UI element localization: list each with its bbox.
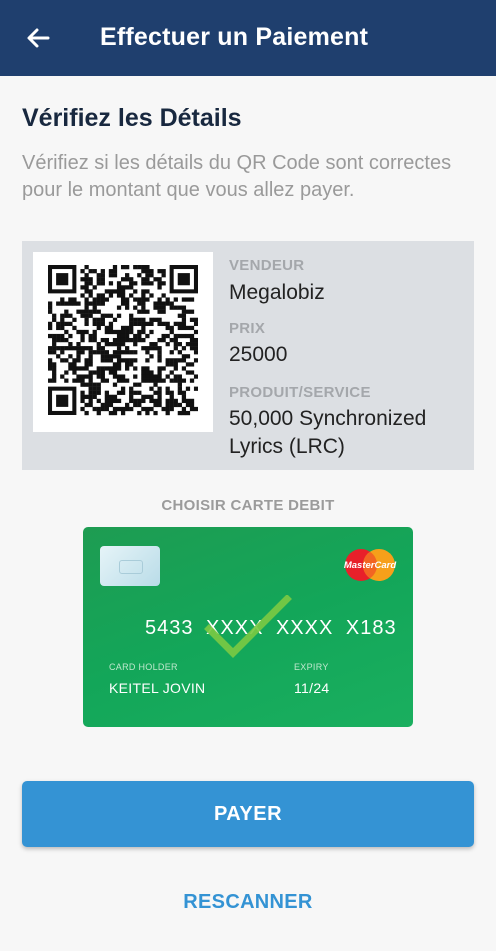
choose-card-label: CHOISIR CARTE DEBIT <box>161 497 335 514</box>
vendor-label: VENDEUR <box>229 257 305 274</box>
page-title: Effectuer un Paiement <box>100 23 369 51</box>
debit-card[interactable]: MasterCard 5433 XXXX XXXX X183 CARD HOLD… <box>83 527 413 727</box>
back-button[interactable] <box>22 22 54 54</box>
card-chip-icon <box>100 546 160 586</box>
expiry-label: EXPIRY <box>294 662 329 672</box>
payment-details-panel: VENDEUR Megalobiz PRIX 25000 PRODUIT/SER… <box>22 241 474 470</box>
expiry-value: 11/24 <box>294 680 330 696</box>
section-description: Vérifiez si les détails du QR Code sont … <box>22 152 452 201</box>
product-value: 50,000 Synchronized Lyrics (LRC) <box>229 407 427 458</box>
pay-button[interactable]: PAYER <box>22 781 474 847</box>
price-label: PRIX <box>229 320 266 337</box>
vendor-value: Megalobiz <box>229 281 325 304</box>
section-title: Vérifiez les Détails <box>22 104 242 132</box>
card-holder-label: CARD HOLDER <box>109 662 178 672</box>
product-label: PRODUIT/SERVICE <box>229 384 371 401</box>
checkmark-icon <box>204 595 292 658</box>
card-holder-value: KEITEL JOVIN <box>109 680 206 696</box>
app-bar: Effectuer un Paiement <box>0 0 496 76</box>
arrow-left-icon <box>27 28 50 48</box>
rescan-button[interactable]: RESCANNER <box>0 891 496 914</box>
price-value: 25000 <box>229 343 288 366</box>
qr-code <box>33 252 213 432</box>
mastercard-logo: MasterCard <box>344 549 396 581</box>
mastercard-brand-text: MasterCard <box>344 560 396 571</box>
